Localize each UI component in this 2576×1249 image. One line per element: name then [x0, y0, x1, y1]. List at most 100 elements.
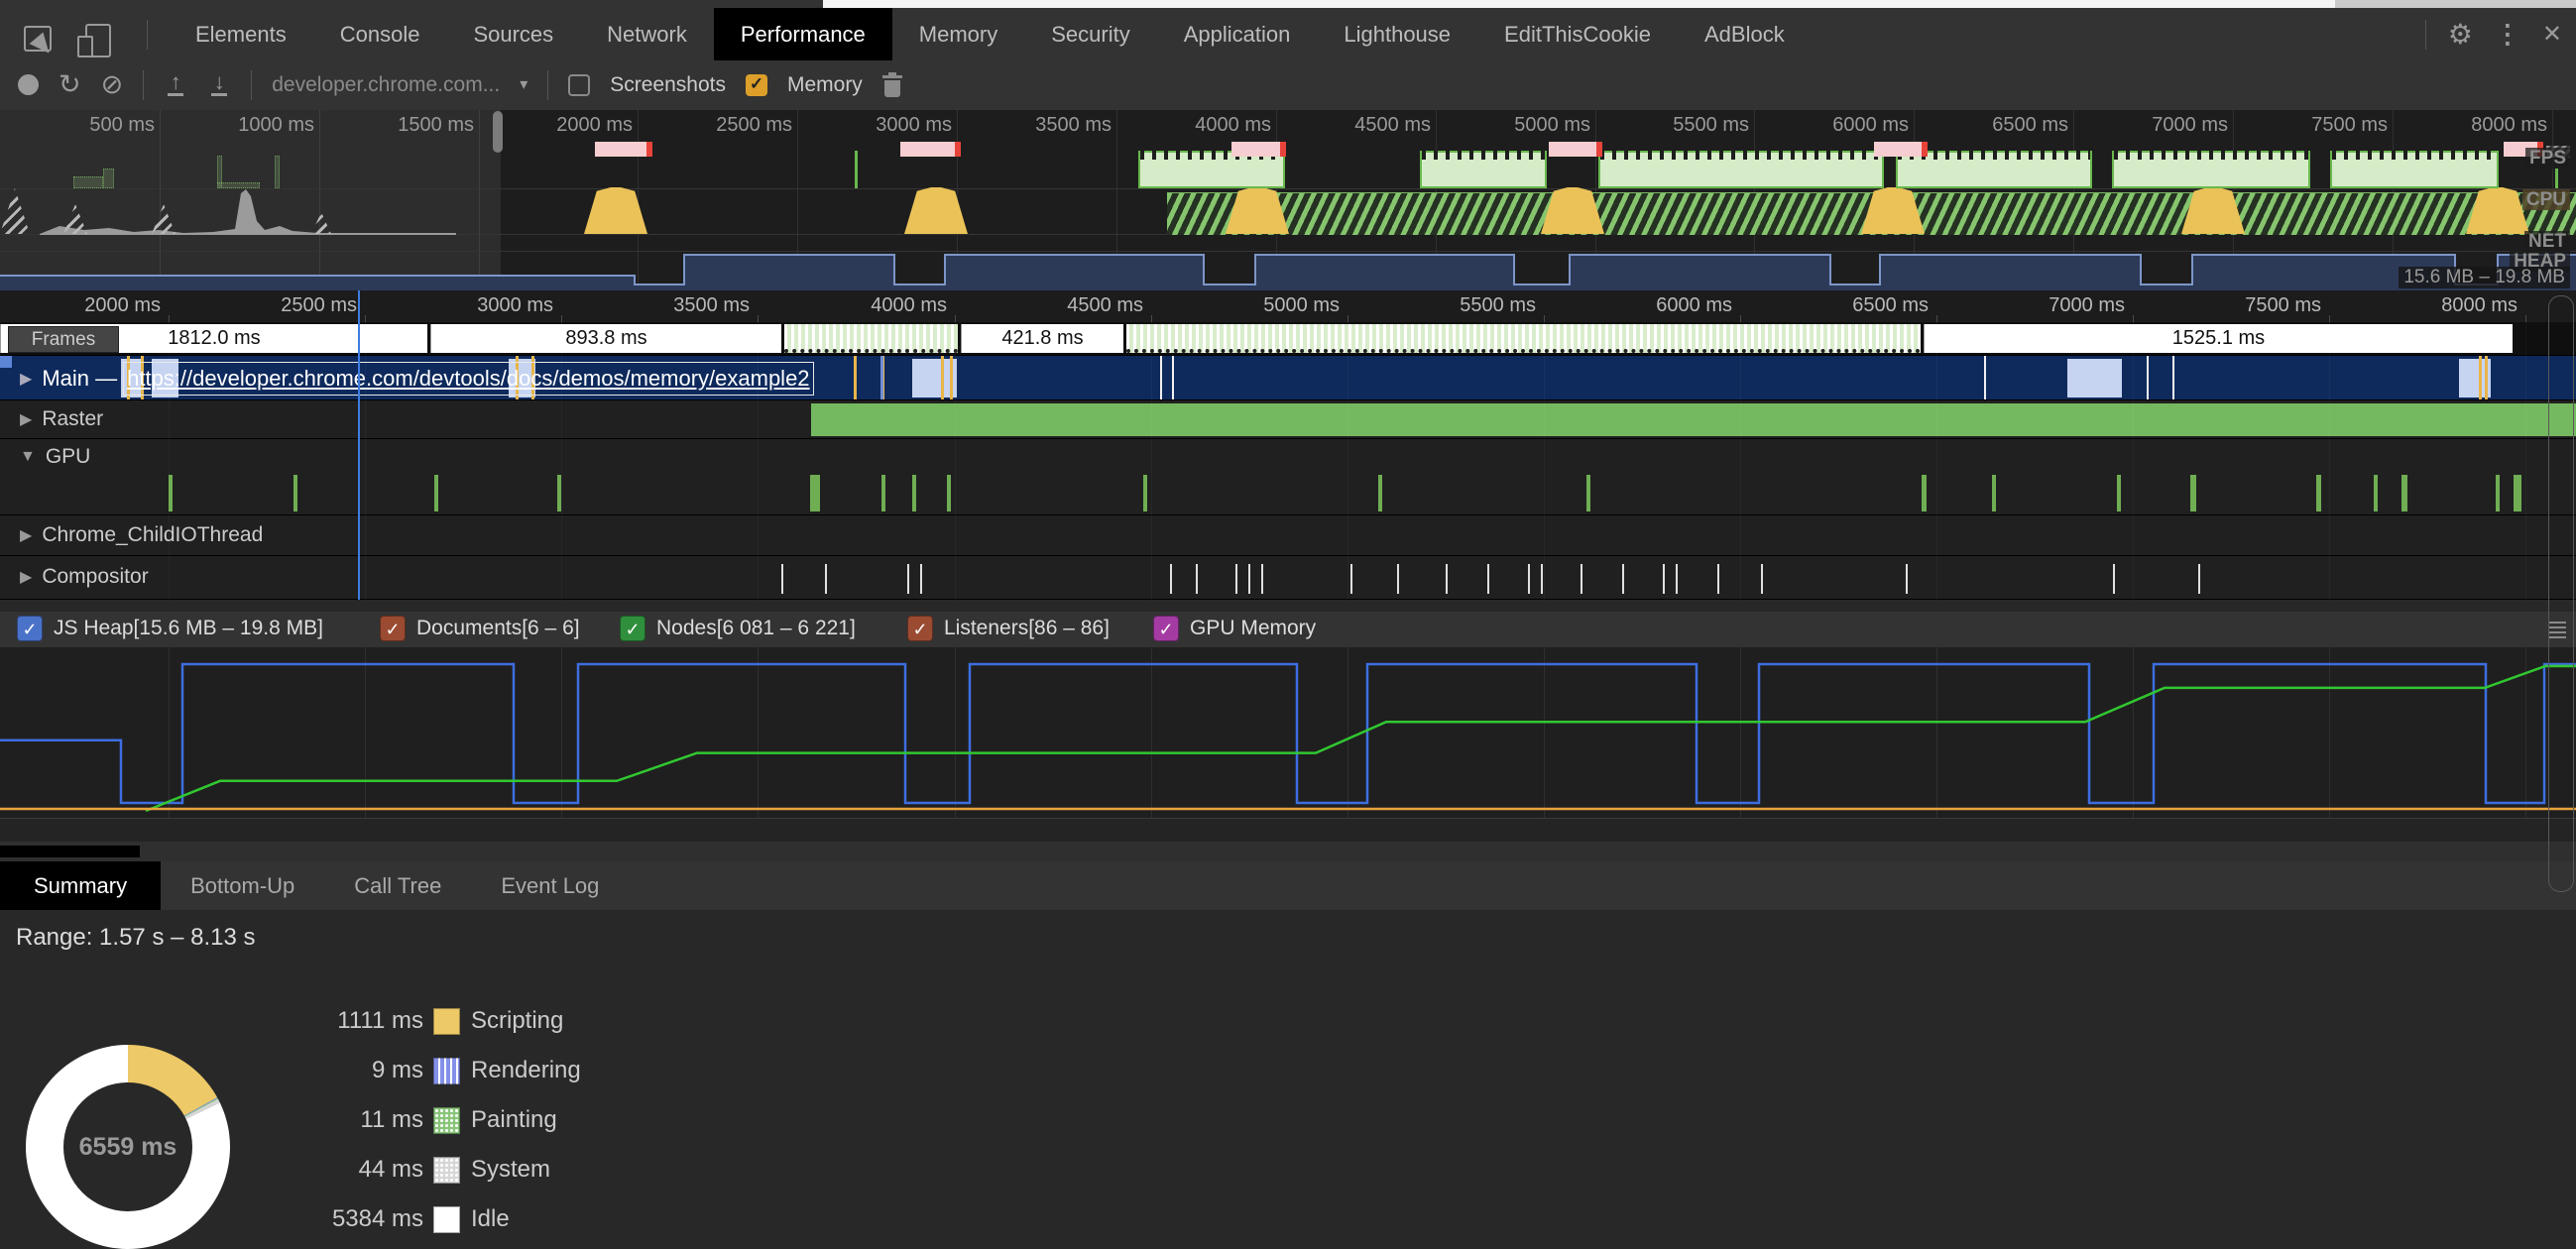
frames-track-label[interactable]: Frames	[8, 326, 119, 353]
page-selector-dropdown[interactable]: developer.chrome.com...	[272, 73, 500, 97]
main-event-tick	[2147, 356, 2149, 399]
tab-console[interactable]: Console	[313, 8, 447, 60]
collapse-arrow-icon[interactable]: ▶	[20, 409, 32, 429]
legend-label: System	[471, 1155, 550, 1185]
timeline-ruler-label: 3000 ms	[477, 294, 553, 317]
tab-event-log[interactable]: Event Log	[471, 861, 629, 910]
tab-call-tree[interactable]: Call Tree	[324, 861, 471, 910]
vertical-scrollbar[interactable]	[2548, 295, 2574, 892]
expand-arrow-icon[interactable]: ▼	[20, 448, 36, 466]
counter-item-documents[interactable]: ✓Documents[6 – 6]	[380, 616, 580, 641]
tab-summary[interactable]: Summary	[0, 861, 161, 910]
compositor-track[interactable]: ▶Compositor	[0, 555, 2576, 600]
counter-checkbox[interactable]: ✓	[620, 616, 645, 641]
timeline-ruler-tick	[2329, 315, 2330, 322]
timeline-ruler-label: 4500 ms	[1067, 294, 1143, 317]
gpu-track[interactable]: ▼GPU	[0, 438, 2576, 514]
tab-performance[interactable]: Performance	[714, 8, 892, 60]
tab-security[interactable]: Security	[1024, 8, 1156, 60]
horizontal-scrollbar-thumb[interactable]	[0, 846, 140, 857]
counter-item-nodes[interactable]: ✓Nodes[6 081 – 6 221]	[620, 616, 856, 641]
timeline-ruler-tick	[1740, 315, 1741, 322]
main-activity-block[interactable]	[2067, 359, 2122, 397]
counter-item-gpu-memory[interactable]: ✓ GPU Memory	[1153, 616, 1316, 641]
chrome-childiothread-track[interactable]: ▶Chrome_ChildIOThread	[0, 514, 2576, 555]
counter-checkbox[interactable]: ✓	[17, 616, 43, 641]
timeline-overview[interactable]: 500 ms1000 ms1500 ms2000 ms2500 ms3000 m…	[0, 110, 2576, 290]
memory-checkbox[interactable]: ✓	[746, 74, 767, 96]
playhead-line[interactable]	[358, 290, 360, 600]
main-scripting-tick	[2485, 356, 2488, 399]
trash-icon[interactable]	[882, 72, 902, 98]
gpu-activity-tick	[912, 475, 916, 511]
frame-duration-bar[interactable]: 893.8 ms	[430, 324, 781, 353]
tab-editthiscookie[interactable]: EditThisCookie	[1477, 8, 1678, 60]
tab-sources[interactable]: Sources	[446, 8, 580, 60]
collapse-arrow-icon[interactable]: ▶	[20, 567, 32, 587]
kebab-menu-icon[interactable]: ⋮	[2495, 19, 2520, 50]
childio-track-header[interactable]: ▶Chrome_ChildIOThread	[20, 523, 263, 547]
frames-fast-region[interactable]	[784, 324, 958, 353]
memory-counters-chart[interactable]	[0, 647, 2576, 842]
main-thread-track[interactable]: ▶Main — https://developer.chrome.com/dev…	[0, 355, 2576, 399]
memory-series-nodes	[146, 666, 2576, 811]
timeline-ruler-tick	[2133, 315, 2134, 322]
main-event-tick	[1172, 356, 1174, 399]
tab-elements[interactable]: Elements	[169, 8, 313, 60]
counter-checkbox[interactable]: ✓	[380, 616, 406, 641]
tab-bottom-up[interactable]: Bottom-Up	[161, 861, 324, 910]
counter-checkbox[interactable]: ✓	[907, 616, 933, 641]
overview-fps-dim-block	[103, 169, 114, 188]
overview-fps-label: FPS	[2525, 148, 2570, 169]
gpu-track-header[interactable]: ▼GPU	[20, 445, 90, 469]
load-profile-icon[interactable]: ↑	[164, 73, 187, 96]
gpu-activity-tick	[2496, 475, 2500, 511]
counter-checkbox[interactable]: ✓	[1153, 616, 1179, 641]
collapse-arrow-icon[interactable]: ▶	[20, 369, 32, 389]
overview-long-frame-bar	[1874, 142, 1928, 157]
gpu-activity-tick	[2316, 475, 2321, 511]
counter-item-js-heap[interactable]: ✓JS Heap[15.6 MB – 19.8 MB]	[17, 616, 323, 641]
main-track-header[interactable]: ▶Main — https://developer.chrome.com/dev…	[20, 356, 810, 400]
close-devtools-icon[interactable]: ✕	[2542, 20, 2562, 49]
chevron-down-icon: ▾	[520, 77, 527, 93]
background-page-sliver-white	[823, 0, 2335, 8]
timeline-tracks-area[interactable]: 2000 ms2500 ms3000 ms3500 ms4000 ms4500 …	[0, 290, 2576, 600]
counter-item-listeners[interactable]: ✓Listeners[86 – 86]	[907, 616, 1110, 641]
track-selection-marker	[0, 356, 12, 368]
tab-application[interactable]: Application	[1157, 8, 1318, 60]
device-toolbar-icon-inner	[77, 36, 93, 57]
compositor-track-header[interactable]: ▶Compositor	[20, 565, 149, 589]
frames-track[interactable]: 1812.0 ms893.8 ms421.8 ms1525.1 msFrames	[0, 322, 2576, 355]
summary-panel: Range: 1.57 s – 8.13 s 6559 ms 1111 msSc…	[0, 910, 2576, 1239]
overview-long-frame-tip	[1922, 142, 1928, 157]
main-track-url[interactable]: https://developer.chrome.com/devtools/do…	[127, 366, 809, 392]
settings-gear-icon[interactable]: ⚙	[2448, 18, 2473, 51]
raster-track[interactable]: ▶Raster	[0, 399, 2576, 438]
performance-toolbar: ↻ ⊘ ↑ ↓ developer.chrome.com... ▾ Screen…	[0, 60, 2576, 111]
overview-fps-tick	[855, 151, 858, 188]
reload-and-record-icon[interactable]: ↻	[59, 71, 81, 98]
gpu-activity-tick	[2374, 475, 2378, 511]
main-scripting-tick	[950, 356, 953, 399]
frames-fast-region[interactable]	[1126, 324, 1921, 353]
legend-row-painting: 11 msPainting	[0, 1105, 892, 1137]
toolbar-separator-1	[143, 70, 144, 100]
tab-network[interactable]: Network	[580, 8, 714, 60]
record-button[interactable]	[18, 74, 39, 95]
tab-lighthouse[interactable]: Lighthouse	[1317, 8, 1477, 60]
timeline-ruler-label: 5500 ms	[1460, 294, 1536, 317]
save-profile-icon[interactable]: ↓	[207, 73, 231, 96]
clear-recording-icon[interactable]: ⊘	[101, 71, 124, 98]
counter-label: GPU Memory	[1190, 617, 1316, 640]
screenshots-checkbox[interactable]	[568, 74, 590, 96]
overview-selection-handle[interactable]	[493, 111, 503, 153]
devtools-window: { "tabs": [ {"label":"Elements"},{"label…	[0, 0, 2576, 1239]
raster-activity-bar[interactable]	[811, 403, 2576, 436]
tab-memory[interactable]: Memory	[892, 8, 1024, 60]
tab-adblock[interactable]: AdBlock	[1678, 8, 1812, 60]
frame-duration-bar[interactable]: 421.8 ms	[961, 324, 1123, 353]
collapse-arrow-icon[interactable]: ▶	[20, 525, 32, 545]
raster-track-header[interactable]: ▶Raster	[20, 407, 103, 431]
frame-duration-bar[interactable]: 1525.1 ms	[1924, 324, 2513, 353]
